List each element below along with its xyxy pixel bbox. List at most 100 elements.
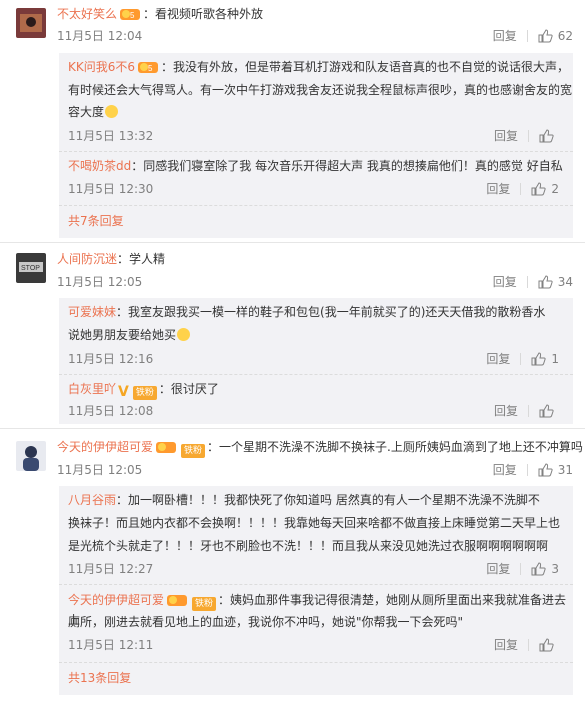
reply-text: ：加一啊卧槽！！！我都快死了你知道吗 居然真的有人一个星期不洗澡不洗脚不 bbox=[116, 493, 540, 507]
fan-badge: 铁粉 bbox=[192, 597, 217, 611]
reply-button[interactable]: 回复 bbox=[493, 274, 517, 290]
svg-text:STOP: STOP bbox=[21, 265, 40, 272]
timestamp: 11月5日 13:32 bbox=[68, 129, 154, 143]
timestamp: 11月5日 12:11 bbox=[68, 638, 154, 652]
thumbs-up-icon bbox=[531, 562, 546, 576]
timestamp: 11月5日 12:08 bbox=[68, 404, 154, 418]
thumbs-up-icon bbox=[539, 638, 554, 652]
comment-text: ：学人精 bbox=[117, 252, 166, 266]
like-count: 1 bbox=[551, 352, 559, 366]
divider bbox=[0, 242, 585, 243]
comment-actions: 回复 62 bbox=[493, 28, 573, 44]
like-count: 34 bbox=[557, 275, 573, 289]
username-link[interactable]: KK问我6不6 bbox=[68, 60, 135, 74]
divider bbox=[526, 464, 528, 476]
reply-text: ：同感我们寝室除了我 每次音乐开得超大声 我真的想揍扁他们！真的感觉 好自私 bbox=[131, 159, 563, 173]
like-button[interactable]: 1 bbox=[531, 351, 559, 367]
reply-actions: 回复 3 bbox=[486, 561, 559, 577]
emoji-icon bbox=[177, 328, 191, 341]
reply-actions: 回复 bbox=[494, 128, 559, 144]
like-count: 62 bbox=[557, 29, 573, 43]
reply-button[interactable]: 回复 bbox=[494, 403, 518, 419]
reply-line: 可爱妹妹：我室友跟我买一模一样的鞋子和包包(我一年前就买了的)还天天借我的散粉香… bbox=[68, 303, 545, 321]
timestamp: 11月5日 12:05 bbox=[57, 275, 143, 289]
avatar[interactable] bbox=[16, 441, 46, 471]
reply-button[interactable]: 回复 bbox=[493, 28, 517, 44]
thumbs-up-icon bbox=[538, 463, 553, 477]
comment-actions: 回复 34 bbox=[493, 274, 573, 290]
avatar[interactable] bbox=[16, 8, 46, 38]
emoji-icon bbox=[105, 105, 119, 118]
timestamp: 11月5日 12:05 bbox=[57, 463, 143, 477]
reply-text-line: 容大度 bbox=[68, 103, 119, 121]
reply-text-line: 厕所，刚进去就看见地上的血迹，我说你不冲吗，她说"你帮我一下会死吗" bbox=[68, 615, 464, 629]
reply-text-line: 是光梳个头就走了！！！牙也不刷脸也不洗！！！而且我从来没见她洗过衣服啊啊啊啊啊啊 bbox=[68, 539, 549, 553]
like-button[interactable]: 2 bbox=[531, 181, 559, 197]
svg-text:5: 5 bbox=[148, 64, 153, 73]
like-button[interactable] bbox=[539, 404, 559, 418]
reply-actions: 回复 2 bbox=[486, 181, 559, 197]
divider bbox=[520, 353, 522, 365]
like-button[interactable] bbox=[539, 638, 559, 652]
reply-text-line: 有时候还会大气得骂人。有一次中午打游戏我舍友还说我全程鼠标声很吵，真的也感谢舍友… bbox=[68, 83, 573, 97]
reply-button[interactable]: 回复 bbox=[494, 128, 518, 144]
divider bbox=[520, 563, 522, 575]
reply-box: 可爱妹妹：我室友跟我买一模一样的鞋子和包包(我一年前就买了的)还天天借我的散粉香… bbox=[59, 298, 573, 424]
reply-line: 不喝奶茶dd：同感我们寝室除了我 每次音乐开得超大声 我真的想揍扁他们！真的感觉… bbox=[68, 157, 563, 175]
fan-badge: 铁粉 bbox=[132, 386, 157, 400]
timestamp: 11月5日 12:16 bbox=[68, 352, 154, 366]
more-replies-link[interactable]: 共13条回复 bbox=[68, 669, 131, 686]
vip-icon: 5 bbox=[119, 7, 141, 21]
username-link[interactable]: 不太好笑么 bbox=[57, 7, 117, 21]
fan-badge: 铁粉 bbox=[181, 444, 206, 458]
timestamp: 11月5日 12:27 bbox=[68, 562, 154, 576]
thumbs-up-icon bbox=[531, 352, 546, 366]
verified-icon: V bbox=[118, 384, 129, 400]
comment-line: 不太好笑么 5 ：看视频听歌各种外放 bbox=[57, 5, 263, 23]
reply-text: ：我没有外放，但是带着耳机打游戏和队友语音真的也不自觉的说话很大声， bbox=[161, 60, 570, 74]
like-button[interactable]: 34 bbox=[538, 274, 573, 290]
thumbs-up-icon bbox=[531, 182, 546, 196]
reply-button[interactable]: 回复 bbox=[494, 637, 518, 653]
svg-text:5: 5 bbox=[130, 11, 135, 20]
comment-line: 今天的伊伊超可爱 铁粉 ：一个星期不洗澡不洗脚不换袜子.上厕所姨妈血滴到了地上还不冲… bbox=[57, 438, 583, 458]
divider bbox=[520, 183, 522, 195]
reply-button[interactable]: 回复 bbox=[486, 181, 510, 197]
username-link[interactable]: 人间防沉迷 bbox=[57, 252, 117, 266]
timestamp: 11月5日 12:04 bbox=[57, 29, 143, 43]
like-button[interactable] bbox=[539, 129, 559, 143]
like-count: 31 bbox=[557, 463, 573, 477]
reply-button[interactable]: 回复 bbox=[493, 462, 517, 478]
reply-text: 容大度 bbox=[68, 105, 105, 119]
divider bbox=[0, 428, 585, 429]
reply-box: 八月谷雨：加一啊卧槽！！！我都快死了你知道吗 居然真的有人一个星期不洗澡不洗脚不… bbox=[59, 486, 573, 695]
avatar[interactable]: STOP bbox=[16, 253, 46, 283]
username-link[interactable]: 不喝奶茶dd bbox=[68, 159, 131, 173]
like-count: 3 bbox=[551, 562, 559, 576]
reply-text: 说她男朋友要给她买 bbox=[68, 328, 177, 342]
like-button[interactable]: 62 bbox=[538, 28, 573, 44]
divider bbox=[59, 205, 573, 206]
username-link[interactable]: 可爱妹妹 bbox=[68, 305, 116, 319]
like-button[interactable]: 3 bbox=[531, 561, 559, 577]
divider bbox=[59, 584, 573, 585]
thumbs-up-icon bbox=[539, 129, 554, 143]
username-link[interactable]: 今天的伊伊超可爱 bbox=[68, 593, 164, 607]
username-link[interactable]: 今天的伊伊超可爱 bbox=[57, 440, 153, 454]
reply-box: KK问我6不6 5 ：我没有外放，但是带着耳机打游戏和队友语音真的也不自觉的说话很大… bbox=[59, 53, 573, 238]
reply-button[interactable]: 回复 bbox=[486, 561, 510, 577]
reply-text: ：很讨厌了 bbox=[158, 382, 219, 396]
more-replies-link[interactable]: 共7条回复 bbox=[68, 212, 124, 229]
thumbs-up-icon bbox=[538, 275, 553, 289]
divider bbox=[528, 639, 529, 651]
username-link[interactable]: 八月谷雨 bbox=[68, 493, 116, 507]
divider bbox=[59, 151, 573, 152]
reply-line: 白灰里吖 V 铁粉 ：很讨厌了 bbox=[68, 380, 219, 401]
comment-text: ：看视频听歌各种外放 bbox=[143, 7, 264, 21]
vip-icon bbox=[155, 440, 177, 454]
divider bbox=[59, 662, 573, 663]
like-button[interactable]: 31 bbox=[538, 462, 573, 478]
reply-button[interactable]: 回复 bbox=[486, 351, 510, 367]
vip-icon bbox=[166, 593, 188, 607]
username-link[interactable]: 白灰里吖 bbox=[68, 382, 116, 396]
